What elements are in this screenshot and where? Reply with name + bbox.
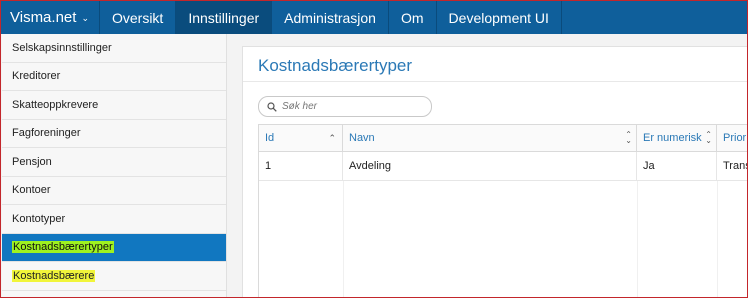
column-header-label: Id bbox=[265, 132, 275, 144]
sidebar-item-label: Kreditorer bbox=[12, 70, 61, 83]
divider bbox=[243, 81, 747, 82]
sidebar-item-label: Skatteoppkrevere bbox=[12, 98, 99, 111]
table-cell-prior: Trans bbox=[717, 152, 747, 180]
sidebar-item-label: Selskapsinnstillinger bbox=[12, 41, 112, 54]
brand-label: Visma.net bbox=[10, 9, 77, 26]
sidebar-item-kontotyper[interactable]: Kontotyper bbox=[2, 205, 226, 234]
sidebar-item-label: Kontoer bbox=[12, 184, 51, 197]
sidebar-item-kreditorer[interactable]: Kreditorer bbox=[2, 63, 226, 91]
nav-item-innstillinger[interactable]: Innstillinger bbox=[176, 1, 273, 34]
brand-menu[interactable]: Visma.net ⌄ bbox=[1, 1, 100, 34]
nav-item-administrasjon[interactable]: Administrasjon bbox=[272, 1, 389, 34]
nav-item-development-ui[interactable]: Development UI bbox=[437, 1, 562, 34]
column-divider bbox=[637, 181, 638, 297]
column-header-label: Prior bbox=[723, 132, 747, 144]
sidebar-item-kontoer[interactable]: Kontoer bbox=[2, 177, 226, 205]
column-header-er-numerisk[interactable]: Er numerisk ⌃ ⌄ bbox=[637, 125, 717, 151]
sidebar-item-label: Fagforeninger bbox=[12, 127, 81, 140]
sidebar-item-pensjon[interactable]: Pensjon bbox=[2, 148, 226, 177]
sidebar-item-kostnadsbaerere[interactable]: Kostnadsbærere bbox=[2, 262, 226, 291]
table-header-row: Id ⌃ Navn ⌃ ⌄ Er numerisk ⌃ ⌄ Prior bbox=[259, 125, 747, 152]
column-header-prior[interactable]: Prior bbox=[717, 125, 747, 151]
column-divider bbox=[717, 181, 718, 297]
sort-icon: ⌃ ⌄ bbox=[705, 130, 712, 145]
sidebar-item-label: Pensjon bbox=[12, 155, 52, 168]
sidebar-item-fagforeninger[interactable]: Fagforeninger bbox=[2, 120, 226, 148]
search-icon bbox=[267, 101, 277, 112]
sidebar-item-label: Kostnadsbærertyper bbox=[12, 241, 114, 254]
top-navigation: Visma.net ⌄ Oversikt Innstillinger Admin… bbox=[1, 1, 747, 34]
nav-item-om[interactable]: Om bbox=[389, 1, 437, 34]
sidebar-item-skatteoppkrevere[interactable]: Skatteoppkrevere bbox=[2, 91, 226, 120]
sort-ascending-icon: ⌃ bbox=[328, 133, 336, 143]
nav-item-oversikt[interactable]: Oversikt bbox=[100, 1, 177, 34]
sidebar-item-label: Kostnadsbærere bbox=[12, 269, 96, 282]
sidebar-item-kostnadsbaerertyper[interactable]: Kostnadsbærertyper bbox=[2, 233, 226, 262]
page-title: Kostnadsbærertyper bbox=[258, 56, 413, 75]
table-body-empty bbox=[259, 181, 747, 297]
column-header-label: Er numerisk bbox=[643, 132, 702, 144]
column-divider bbox=[343, 181, 344, 297]
sort-icon: ⌃ ⌄ bbox=[625, 130, 632, 145]
search-box[interactable] bbox=[258, 96, 432, 117]
column-header-label: Navn bbox=[349, 132, 375, 144]
app-window: Visma.net ⌄ Oversikt Innstillinger Admin… bbox=[0, 0, 748, 298]
table-cell-er-numerisk: Ja bbox=[637, 152, 717, 180]
content-panel: Kostnadsbærertyper Id ⌃ Navn ⌃⌄ Er nu bbox=[242, 46, 747, 297]
sidebar-item-label: Kontotyper bbox=[12, 212, 66, 225]
sidebar-item-selskapsinnstillinger[interactable]: Selskapsinnstillinger bbox=[2, 34, 226, 63]
data-table: Id ⌃ Navn ⌃ ⌄ Er numerisk ⌃ ⌄ Prior 1 Avde… bbox=[258, 124, 747, 297]
chevron-down-icon: ⌄ bbox=[81, 13, 89, 23]
column-header-id[interactable]: Id ⌃ bbox=[259, 125, 343, 151]
table-cell-navn: Avdeling bbox=[343, 152, 637, 180]
table-row[interactable]: 1 Avdeling Ja Trans bbox=[259, 152, 747, 181]
sidebar: Selskapsinnstillinger Kreditorer Skatteo… bbox=[2, 34, 227, 297]
search-input[interactable] bbox=[282, 101, 422, 112]
table-cell-id: 1 bbox=[259, 152, 343, 180]
column-header-navn[interactable]: Navn ⌃ ⌄ bbox=[343, 125, 637, 151]
